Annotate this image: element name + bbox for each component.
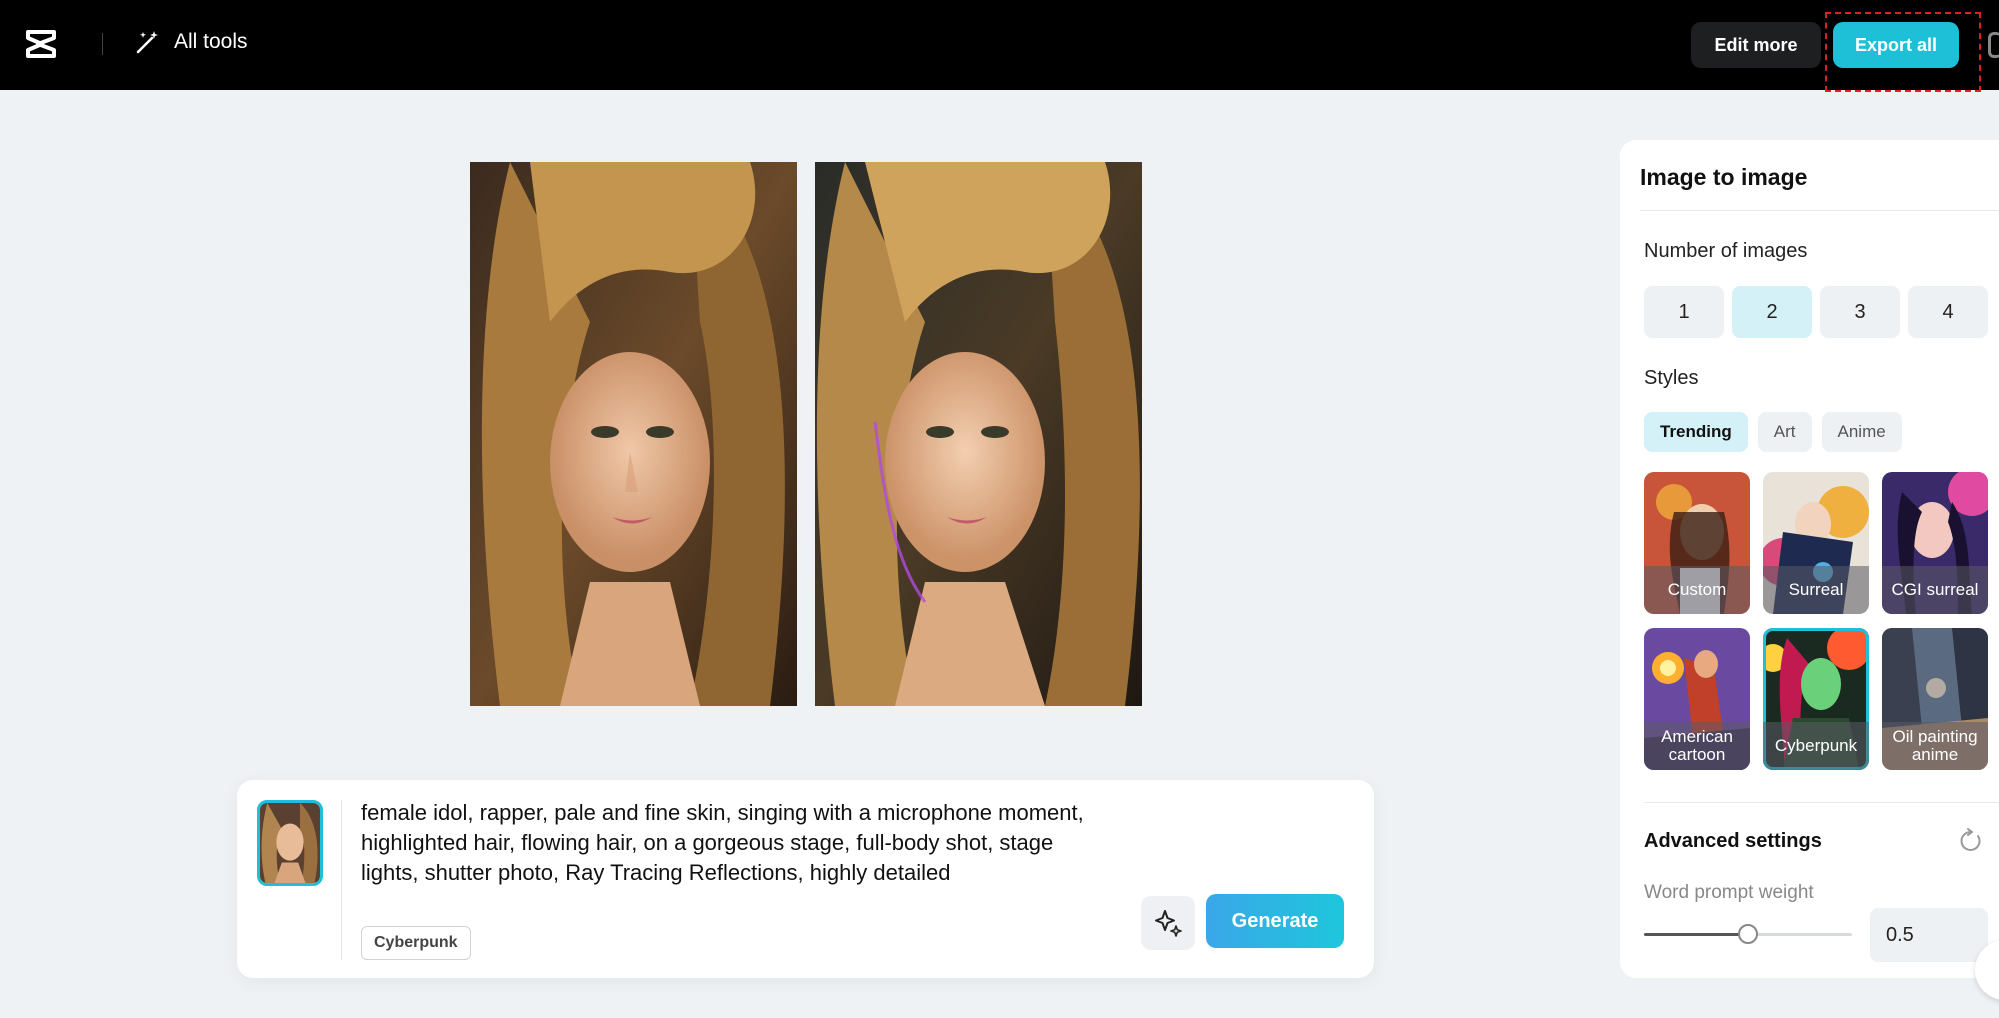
style-label-custom: Custom bbox=[1644, 566, 1750, 614]
number-option-3[interactable]: 3 bbox=[1820, 286, 1900, 338]
number-of-images-selector: 1 2 3 4 bbox=[1644, 286, 1988, 338]
style-label-surreal: Surreal bbox=[1763, 566, 1869, 614]
prompt-divider bbox=[341, 800, 342, 960]
edit-more-button[interactable]: Edit more bbox=[1691, 22, 1821, 68]
number-of-images-label: Number of images bbox=[1644, 240, 1808, 262]
panel-title: Image to image bbox=[1640, 164, 1808, 190]
reference-image-thumbnail[interactable] bbox=[257, 800, 323, 886]
advanced-settings-title: Advanced settings bbox=[1644, 830, 1822, 852]
all-tools-label: All tools bbox=[174, 30, 248, 53]
selected-style-chip[interactable]: Cyberpunk bbox=[361, 926, 471, 960]
number-option-2[interactable]: 2 bbox=[1732, 286, 1812, 338]
panel-divider bbox=[1640, 210, 1999, 211]
tab-art[interactable]: Art bbox=[1757, 412, 1812, 452]
image-to-image-panel: Image to image Number of images 1 2 3 4 … bbox=[1620, 140, 1999, 978]
top-bar: All tools Edit more Export all bbox=[0, 0, 1999, 90]
all-tools-link[interactable]: All tools bbox=[134, 28, 248, 56]
word-prompt-weight-slider[interactable] bbox=[1644, 924, 1852, 944]
reset-icon[interactable] bbox=[1958, 828, 1984, 854]
generated-image-2[interactable] bbox=[815, 162, 1142, 706]
sparkle-icon bbox=[1155, 910, 1182, 937]
profile-icon[interactable] bbox=[1988, 32, 1999, 58]
magic-wand-icon bbox=[136, 31, 158, 54]
style-tabs: Trending Art Anime bbox=[1644, 412, 1902, 452]
style-label-cyberpunk: Cyberpunk bbox=[1763, 722, 1869, 770]
capcut-logo-icon[interactable] bbox=[24, 26, 64, 62]
slider-fill bbox=[1644, 933, 1748, 936]
style-label-cgi-surreal: CGI surreal bbox=[1882, 566, 1988, 614]
number-option-4[interactable]: 4 bbox=[1908, 286, 1988, 338]
style-grid: Custom Surreal CGI surreal American cart… bbox=[1644, 472, 1988, 770]
style-label-american-cartoon: American cartoon bbox=[1644, 722, 1750, 770]
advanced-divider bbox=[1644, 802, 1999, 803]
style-tile-cyberpunk[interactable]: Cyberpunk bbox=[1763, 628, 1869, 770]
style-tile-custom[interactable]: Custom bbox=[1644, 472, 1750, 614]
style-label-oil-painting-anime: Oil painting anime bbox=[1882, 722, 1988, 770]
generate-button[interactable]: Generate bbox=[1206, 894, 1344, 948]
tab-trending[interactable]: Trending bbox=[1644, 412, 1748, 452]
tab-anime[interactable]: Anime bbox=[1821, 412, 1902, 452]
prompt-text-input[interactable]: female idol, rapper, pale and fine skin,… bbox=[361, 798, 1101, 888]
word-prompt-weight-label: Word prompt weight bbox=[1644, 882, 1814, 903]
header-divider bbox=[102, 33, 103, 55]
style-tile-cgi-surreal[interactable]: CGI surreal bbox=[1882, 472, 1988, 614]
style-tile-american-cartoon[interactable]: American cartoon bbox=[1644, 628, 1750, 770]
generated-image-1[interactable] bbox=[470, 162, 797, 706]
slider-handle[interactable] bbox=[1738, 924, 1758, 944]
style-tile-oil-painting-anime[interactable]: Oil painting anime bbox=[1882, 628, 1988, 770]
style-tile-surreal[interactable]: Surreal bbox=[1763, 472, 1869, 614]
export-all-button[interactable]: Export all bbox=[1833, 22, 1959, 68]
word-prompt-weight-value[interactable]: 0.5 bbox=[1870, 908, 1988, 962]
prompt-enhance-button[interactable] bbox=[1141, 896, 1195, 950]
prompt-panel: female idol, rapper, pale and fine skin,… bbox=[237, 780, 1374, 978]
styles-label: Styles bbox=[1644, 367, 1699, 389]
number-option-1[interactable]: 1 bbox=[1644, 286, 1724, 338]
